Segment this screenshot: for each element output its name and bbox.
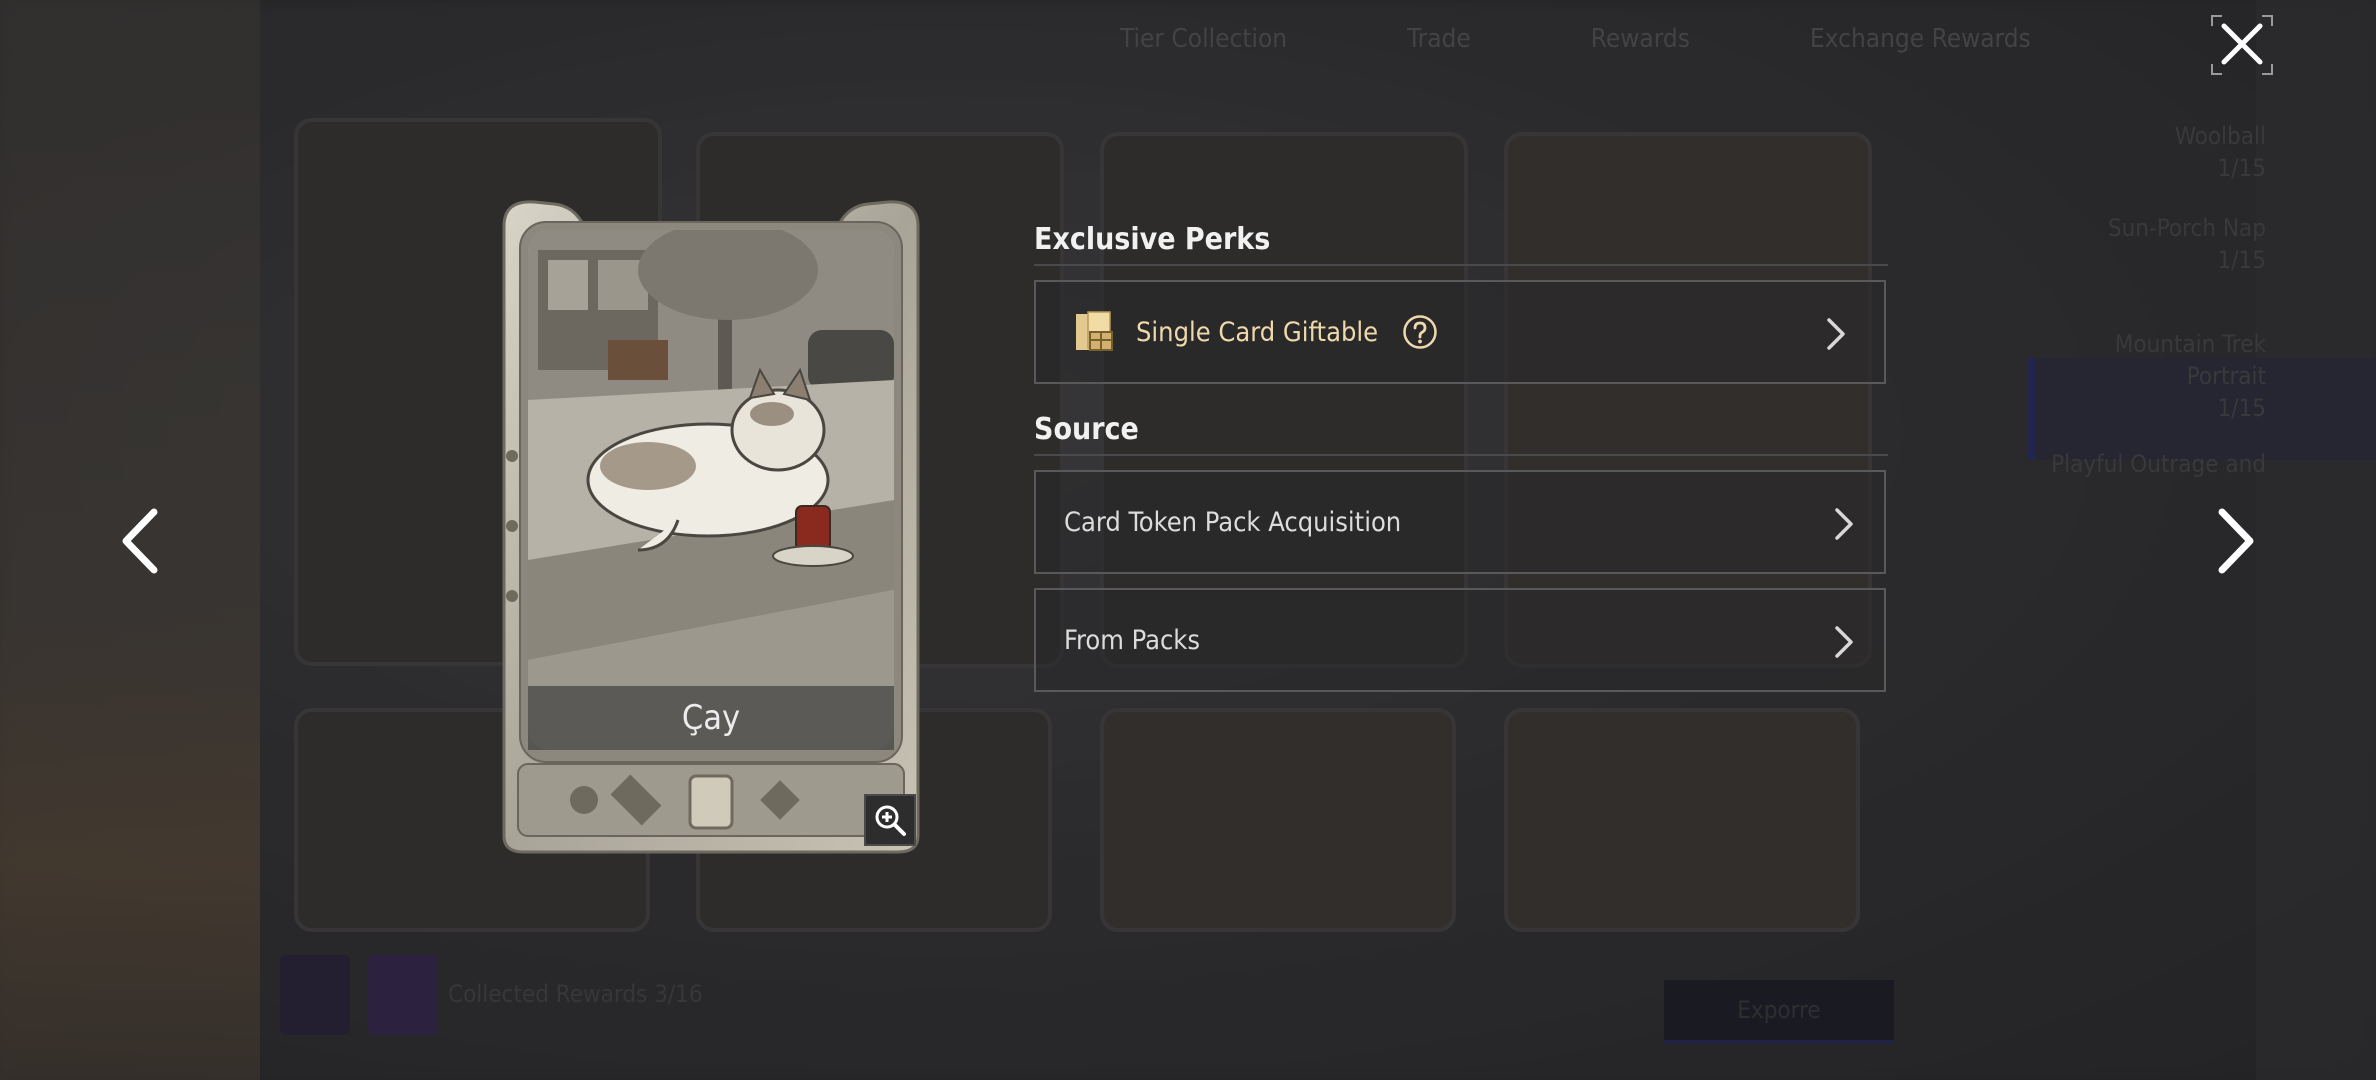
cat-illustration — [528, 230, 894, 750]
perk-row-single-card-giftable[interactable]: Single Card Giftable — [1034, 280, 1886, 384]
close-button[interactable] — [2210, 14, 2274, 76]
source-row-card-token-pack[interactable]: Card Token Pack Acquisition — [1034, 470, 1886, 574]
perk-label: Single Card Giftable — [1136, 316, 1379, 348]
previous-card-button[interactable] — [118, 506, 162, 576]
section-divider — [1034, 264, 1888, 266]
chevron-right-icon — [1827, 318, 1845, 350]
chevron-left-icon — [122, 508, 158, 574]
zoom-button[interactable] — [864, 794, 916, 846]
help-circle-icon[interactable] — [1402, 314, 1438, 350]
source-title: Source — [1034, 412, 1139, 447]
section-divider — [1034, 454, 1888, 456]
exclusive-perks-title: Exclusive Perks — [1034, 222, 1271, 257]
chevron-right-icon — [1835, 508, 1853, 540]
zoom-in-icon — [875, 805, 906, 836]
source-label: Card Token Pack Acquisition — [1064, 506, 1402, 538]
card-artwork — [528, 230, 894, 750]
chevron-right-icon — [2218, 508, 2254, 574]
chevron-right-icon — [1835, 626, 1853, 658]
source-label: From Packs — [1064, 624, 1201, 656]
card-name: Çay — [528, 686, 894, 750]
gift-card-icon — [1076, 311, 1113, 351]
next-card-button[interactable] — [2214, 506, 2258, 576]
source-row-from-packs[interactable]: From Packs — [1034, 588, 1886, 692]
card: Çay — [494, 196, 928, 856]
close-icon — [2211, 15, 2273, 75]
